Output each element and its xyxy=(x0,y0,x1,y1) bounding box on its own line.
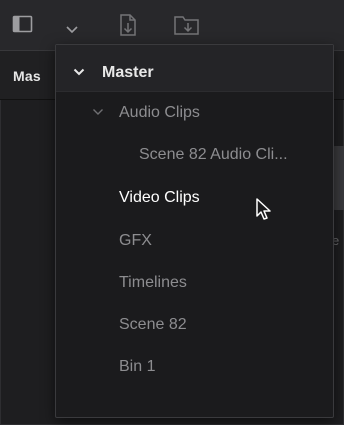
bin-list-item[interactable]: GFX xyxy=(56,221,333,261)
bin-list-item-label: Master xyxy=(102,64,154,81)
chevron-down-icon[interactable] xyxy=(73,67,85,77)
chevron-down-icon[interactable] xyxy=(65,22,79,40)
bin-list-item-label: Scene 82 xyxy=(119,316,187,333)
bin-list-item[interactable]: Scene 82 xyxy=(56,305,333,345)
bin-list-item-label: Audio Clips xyxy=(119,104,200,121)
bin-list-item-label: GFX xyxy=(119,232,152,249)
chevron-down-icon[interactable] xyxy=(92,107,104,117)
panel-layout-icon[interactable] xyxy=(12,13,34,40)
import-media-icon[interactable] xyxy=(117,13,139,42)
bin-list-item[interactable]: Audio Clips xyxy=(56,93,333,133)
bin-list-dropdown: Master Audio Clips Scene 82 Audio Cli... Vi… xyxy=(55,44,334,418)
tab-master[interactable]: Mas xyxy=(13,68,41,84)
bin-list-item-label: Bin 1 xyxy=(119,358,156,375)
bin-list-item[interactable]: Video Clips xyxy=(56,178,333,218)
bin-list-item[interactable]: Master xyxy=(56,53,333,93)
bin-list-item-label: Timelines xyxy=(119,274,187,291)
bin-list-item[interactable]: Timelines xyxy=(56,263,333,303)
bin-list-item-label: Scene 82 Audio Cli... xyxy=(139,146,288,163)
import-folder-icon[interactable] xyxy=(173,13,201,42)
toolbar xyxy=(0,0,344,50)
mouse-cursor-icon xyxy=(255,197,273,228)
bin-list-item[interactable]: Bin 1 xyxy=(56,347,333,387)
bin-list-item[interactable]: Scene 82 Audio Cli... xyxy=(56,135,333,175)
bin-list-item-label: Video Clips xyxy=(119,189,200,206)
